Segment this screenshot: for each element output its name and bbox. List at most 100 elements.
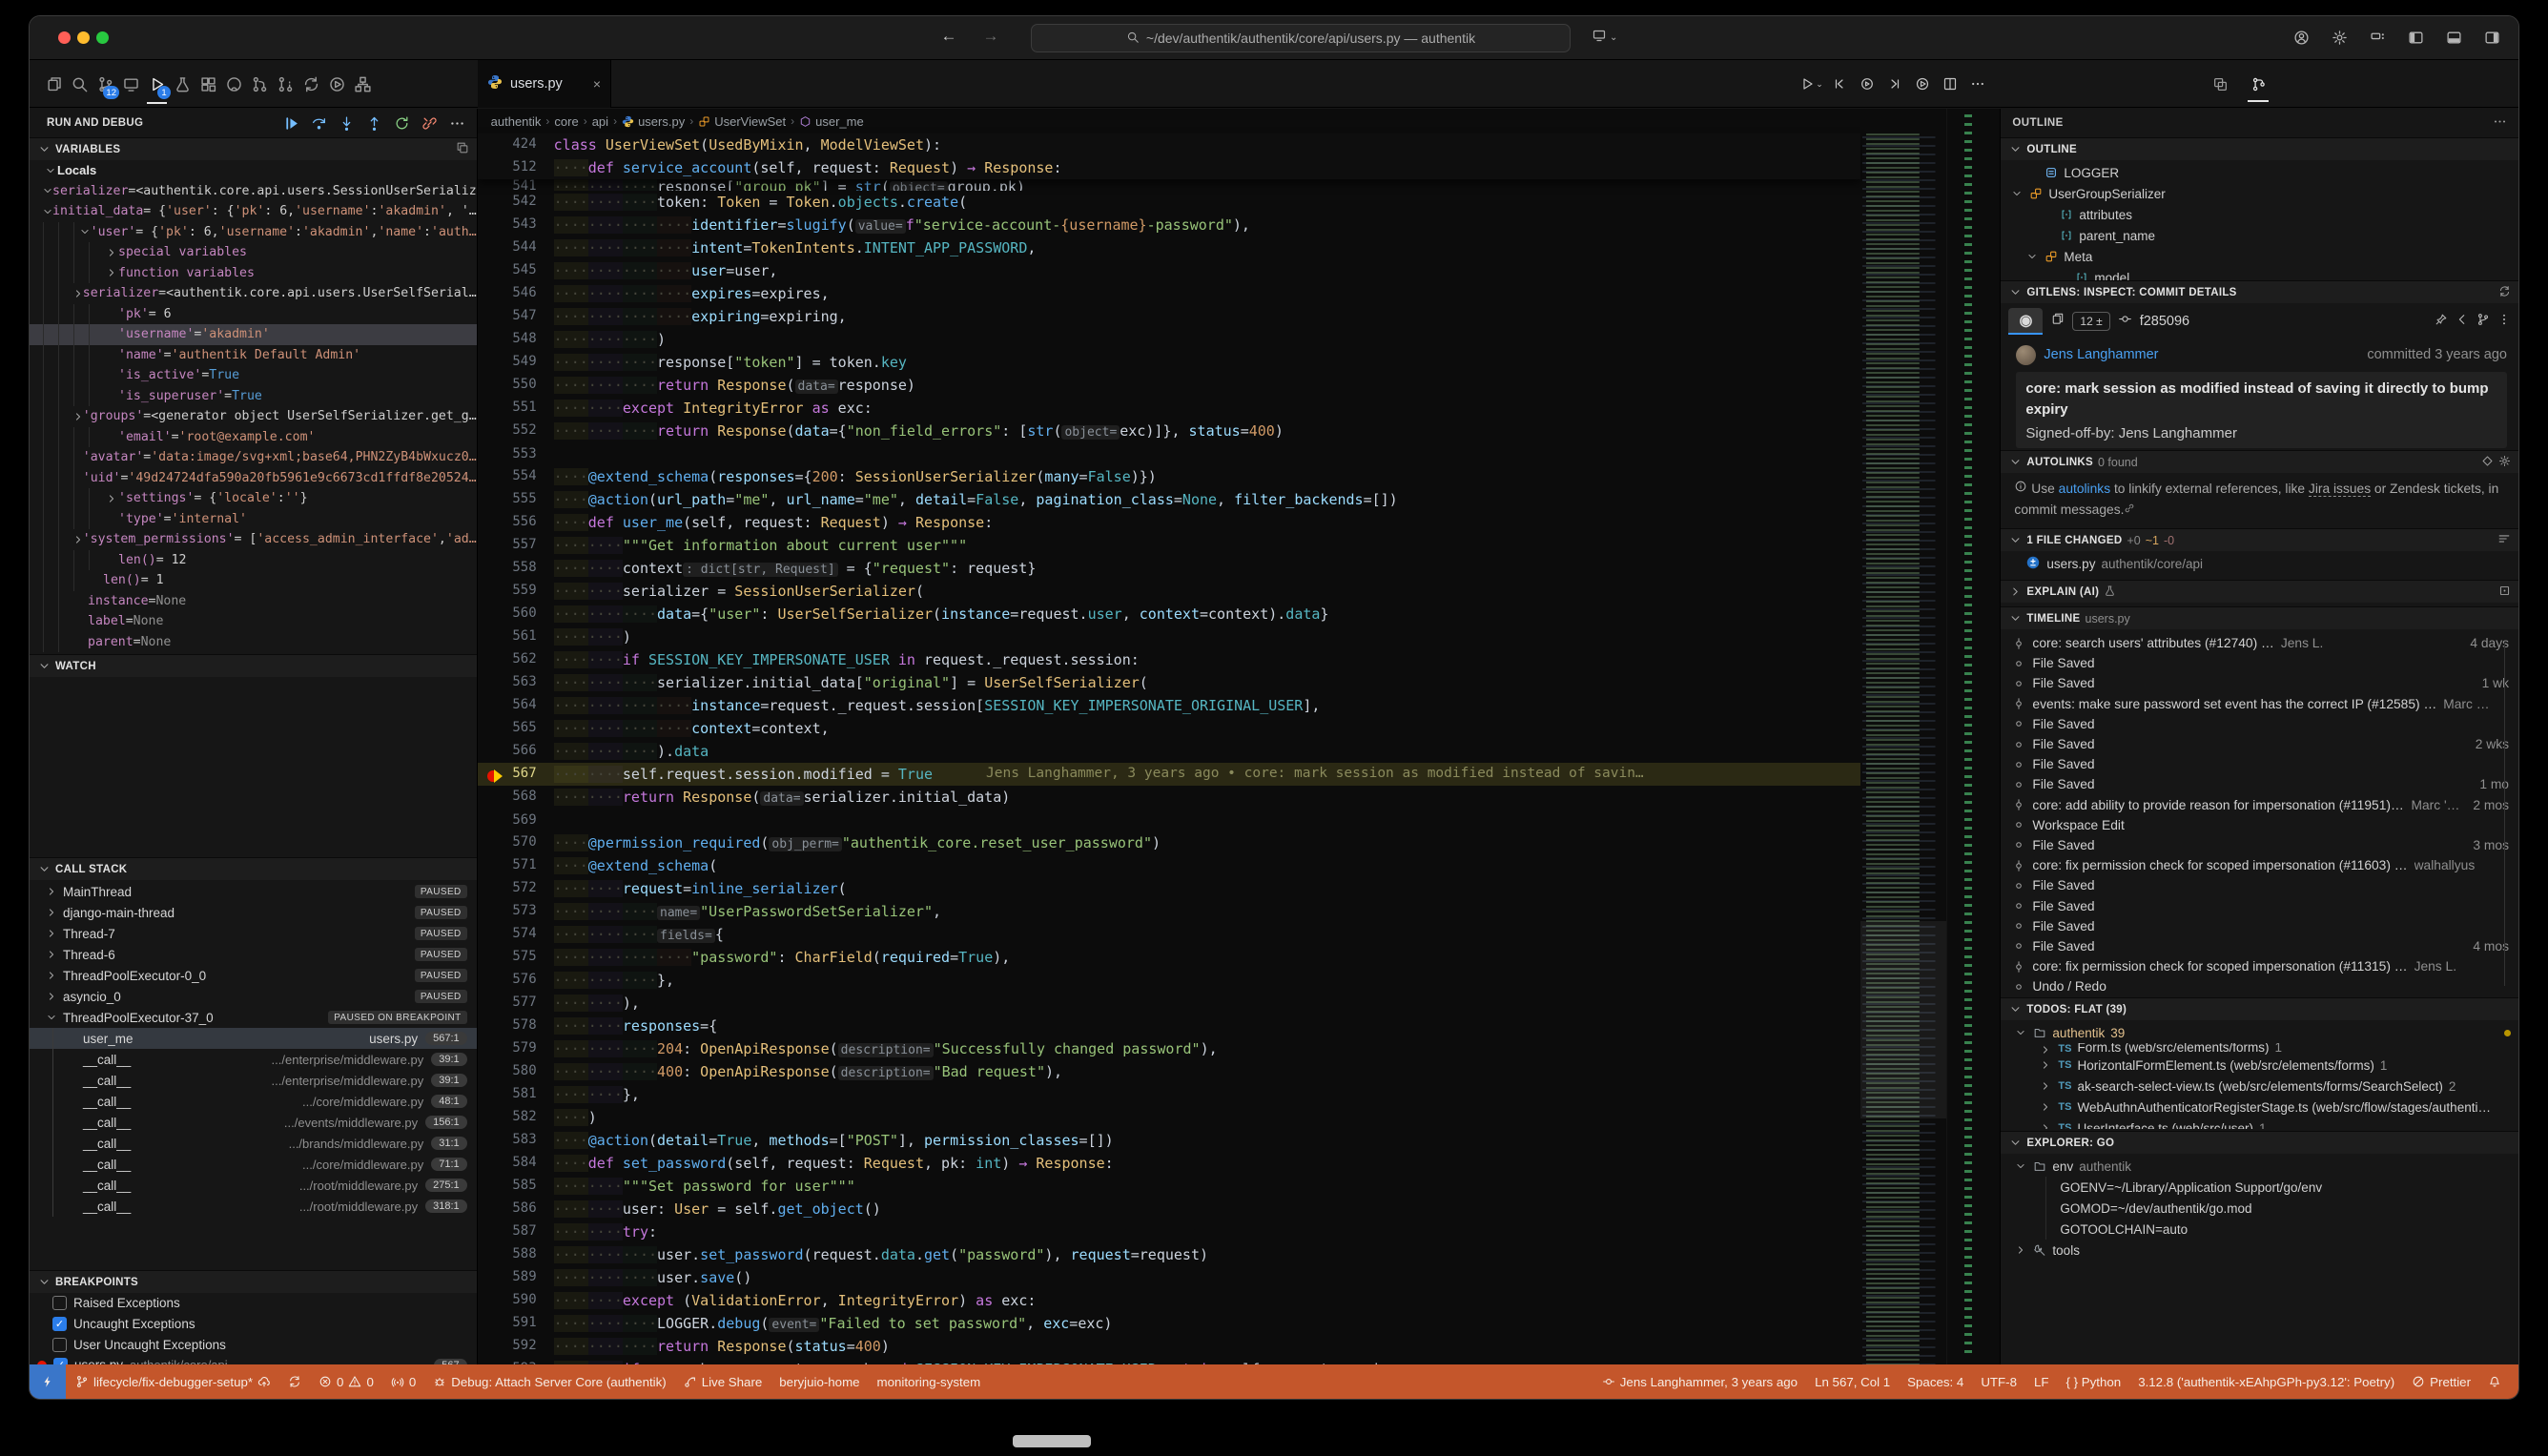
explain-ai-section-header[interactable]: EXPLAIN (AI) (2001, 580, 2518, 603)
variable-row[interactable]: serializer = <authentik.core.api.users.U… (30, 283, 477, 304)
code-line[interactable]: 590········except (ValidationError, Inte… (478, 1289, 1861, 1312)
variable-row[interactable]: initial_data = {'user': {'pk': 6, 'usern… (30, 201, 477, 222)
debug-more-button[interactable] (448, 113, 467, 133)
stack-frame[interactable]: user_meusers.py567:1 (30, 1028, 477, 1049)
breakpoint-checkbox[interactable] (52, 1338, 67, 1352)
breakpoints-section-header[interactable]: BREAKPOINTS (30, 1270, 477, 1293)
step-over-button[interactable] (310, 113, 329, 133)
overview-ruler[interactable] (1946, 109, 2000, 1364)
stack-frame[interactable]: __call__.../core/middleware.py71:1 (30, 1154, 477, 1175)
breakpoint-row[interactable]: Raised Exceptions (30, 1293, 477, 1314)
breakpoint-row[interactable]: ✓Uncaught Exceptions (30, 1314, 477, 1335)
code-line[interactable]: 569 (478, 809, 1861, 831)
activity-testing[interactable] (170, 60, 195, 108)
breadcrumb-item[interactable]: UserViewSet (698, 114, 786, 129)
code-line[interactable]: 551········except IntegrityError as exc: (478, 397, 1861, 420)
breadcrumb-item[interactable]: users.py (622, 114, 685, 129)
variable-row[interactable]: serializer = <authentik.core.api.users.S… (30, 181, 477, 202)
code-line[interactable]: 562········if SESSION_KEY_IMPERSONATE_US… (478, 648, 1861, 671)
variable-row[interactable]: 'uid' = '49d24724dfa590a20fb5961e9c6673c… (30, 468, 477, 489)
activity-github[interactable] (221, 60, 247, 108)
todos-section-header[interactable]: TODOS: FLAT (39) (2001, 997, 2518, 1020)
variable-row[interactable]: label = None (30, 611, 477, 632)
encoding-status[interactable]: UTF-8 (1973, 1364, 2024, 1399)
task-beryjuio-home[interactable]: beryjuio-home (771, 1364, 867, 1399)
code-line[interactable]: 565················context=context, (478, 717, 1861, 740)
variable-row[interactable]: Locals (30, 160, 477, 181)
code-line[interactable]: 580············400: OpenApiResponse(desc… (478, 1060, 1861, 1083)
code-line[interactable]: 578········responses={ (478, 1015, 1861, 1037)
variable-row[interactable]: 'user' = {'pk': 6, 'username': 'akadmin'… (30, 222, 477, 243)
code-line[interactable]: 585········"""Set password for user""" (478, 1175, 1861, 1198)
autolinks-link[interactable]: autolinks (2059, 482, 2110, 496)
indentation-status[interactable]: Spaces: 4 (1900, 1364, 1971, 1399)
git-blame-status[interactable]: Jens Langhammer, 3 years ago (1594, 1364, 1805, 1399)
commit-more-actions[interactable] (2497, 313, 2511, 331)
code-line[interactable]: 566············).data (478, 740, 1861, 763)
step-into-button[interactable] (338, 113, 357, 133)
code-line[interactable]: 589············user.save() (478, 1266, 1861, 1289)
toggle-primary-sidebar-icon[interactable] (2404, 26, 2427, 49)
prettier-status[interactable]: Prettier (2404, 1364, 2478, 1399)
code-line[interactable]: 553 (478, 442, 1861, 465)
todo-file-row[interactable]: TSForm.ts (web/src/elements/forms)1 (2001, 1043, 2518, 1055)
timeline-item[interactable]: File Saved3 mos (2001, 835, 2518, 855)
activity-project-manager[interactable] (350, 60, 376, 108)
call-stack-thread[interactable]: Thread-6PAUSED (30, 944, 477, 965)
code-line[interactable]: 575················"password": CharField… (478, 946, 1861, 969)
timeline-item[interactable]: core: fix permission check for scoped im… (2001, 956, 2518, 976)
breadcrumb-item[interactable]: api (592, 114, 608, 129)
variable-row[interactable]: 'email' = 'root@example.com' (30, 427, 477, 448)
code-line[interactable]: 577········), (478, 992, 1861, 1015)
call-stack-thread[interactable]: django-main-threadPAUSED (30, 902, 477, 923)
activity-search[interactable] (67, 60, 92, 108)
stack-frame[interactable]: __call__.../enterprise/middleware.py39:1 (30, 1049, 477, 1070)
gitlens-section-header[interactable]: GITLENS: INSPECT: COMMIT DETAILS (2001, 280, 2518, 303)
code-line[interactable]: 571····@extend_schema( (478, 854, 1861, 877)
python-interpreter[interactable]: 3.12.8 ('authentik-xEAhpGPh-py3.12': Poe… (2130, 1364, 2402, 1399)
code-line[interactable]: 567········self.request.session.modified… (478, 763, 1861, 786)
code-line[interactable]: 558········context: dict[str, Request] =… (478, 557, 1861, 580)
go-env-var[interactable]: GOTOOLCHAIN=auto (2001, 1219, 2518, 1240)
variable-row[interactable]: 'name' = 'authentik Default Admin' (30, 345, 477, 366)
timeline-item[interactable]: File Saved (2001, 895, 2518, 915)
gitlens-inspect-tab[interactable] (2206, 60, 2234, 108)
timeline-item[interactable]: core: fix permission check for scoped im… (2001, 855, 2518, 875)
split-editor-icon[interactable] (1938, 72, 1962, 96)
variable-row[interactable]: len() = 12 (30, 550, 477, 571)
tab-close-icon[interactable]: × (593, 76, 601, 92)
command-center-search[interactable]: ~/dev/authentik/authentik/core/api/users… (1031, 24, 1571, 52)
todo-file-row[interactable]: TSak-search-select-view.ts (web/src/elem… (2001, 1076, 2518, 1097)
code-line[interactable]: 587········try: (478, 1220, 1861, 1243)
code-line[interactable]: 586········user: User = self.get_object(… (478, 1198, 1861, 1220)
debug-cell-icon[interactable] (1855, 72, 1879, 96)
timeline-item[interactable]: File Saved (2001, 714, 2518, 734)
stack-frame[interactable]: __call__.../root/middleware.py318:1 (30, 1196, 477, 1217)
files-changed-section-header[interactable]: 1 FILE CHANGED +0 ~1 -0 (2001, 528, 2518, 551)
history-back-button[interactable]: ← (937, 27, 960, 46)
tools-row[interactable]: tools (2001, 1240, 2518, 1261)
timeline-item[interactable]: core: search users' attributes (#12740) … (2001, 633, 2518, 653)
activity-pull-requests[interactable] (247, 60, 273, 108)
code-line[interactable]: 547················expiring=expiring, (478, 305, 1861, 328)
settings-gear-icon[interactable] (2328, 26, 2351, 49)
back-icon[interactable] (2456, 313, 2469, 331)
breadcrumb-item[interactable]: authentik (491, 114, 542, 129)
todo-file-row[interactable]: TSUserInterface.ts (web/src/user)1 (2001, 1118, 2518, 1129)
variable-row[interactable]: 'pk' = 6 (30, 304, 477, 325)
minimap-slider[interactable] (1860, 921, 1946, 1118)
code-line[interactable]: 424class UserViewSet(UsedByMixin, ModelV… (478, 133, 1861, 156)
breakpoint-row[interactable]: User Uncaught Exceptions (30, 1334, 477, 1355)
language-mode[interactable]: { } Python (2059, 1364, 2129, 1399)
close-window-button[interactable] (58, 31, 71, 44)
minimize-window-button[interactable] (77, 31, 90, 44)
code-line[interactable]: 582····) (478, 1106, 1861, 1129)
timeline-item[interactable]: File Saved1 wk (2001, 673, 2518, 693)
breakpoint-checkbox[interactable]: ✓ (52, 1317, 67, 1331)
run-python-file-button[interactable]: ⌄ (1799, 72, 1823, 96)
code-line[interactable]: 541············response["group_pk"] = st… (478, 179, 1861, 191)
variable-row[interactable]: 'is_active' = True (30, 365, 477, 386)
code-line[interactable]: 559········serializer = SessionUserSeria… (478, 580, 1861, 603)
call-stack-thread[interactable]: asyncio_0PAUSED (30, 986, 477, 1007)
watch-section-header[interactable]: WATCH (30, 654, 477, 677)
